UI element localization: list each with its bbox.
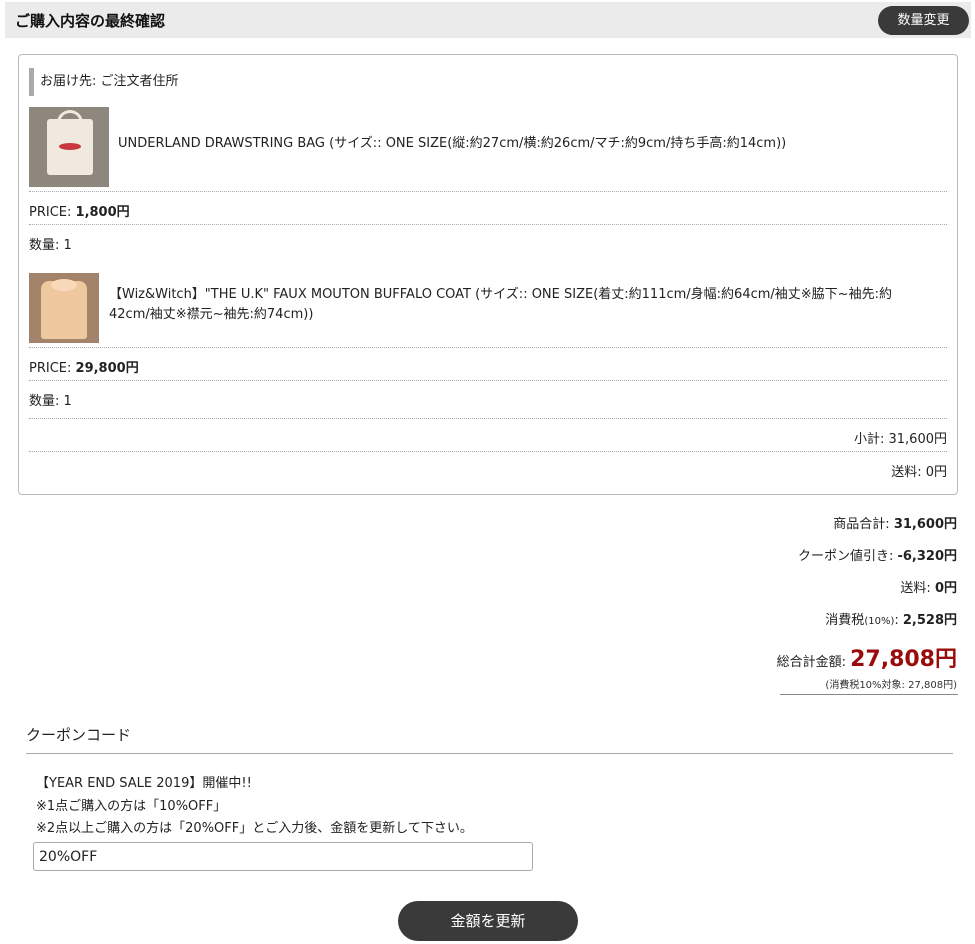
page-title: ご購入内容の最終確認 [15,12,166,30]
box-shipping-fee: 送料: 0円 [891,465,947,480]
grand-total-value: 27,808円 [850,647,957,672]
coupon-discount-label: クーポン値引き: [797,549,894,564]
item-quantity: 数量: 1 [29,390,72,409]
tax-target-note: (消費税10%対象: 27,808円) [825,680,957,691]
divider [29,224,947,225]
item-name: UNDERLAND DRAWSTRING BAG (サイズ:: ONE SIZE… [118,136,787,151]
item-quantity: 数量: 1 [29,234,72,253]
price-value: 1,800円 [75,205,130,220]
coupon-code-input[interactable] [33,842,533,871]
divider [29,347,947,348]
coat-photo [29,273,99,343]
divider [26,753,953,754]
divider [780,694,958,695]
item-price: PRICE: 1,800円 [29,201,130,220]
divider [29,380,947,381]
shipping-destination: お届け先: ご注文者住所 [29,68,179,96]
order-items-box: お届け先: ご注文者住所 UNDERLAND DRAWSTRING BAG (サ… [18,54,958,495]
price-value: 29,800円 [75,361,139,376]
item-price: PRICE: 29,800円 [29,357,139,376]
coupon-info-line: ※2点以上ご購入の方は「20%OFF」とご入力後、金額を更新して下さい。 [36,821,473,836]
quantity-value: 1 [63,238,72,253]
shipping-fee-value: 0円 [934,581,957,596]
divider [29,191,947,192]
page-header: ご購入内容の最終確認 数量変更 [5,2,971,38]
divider [29,451,947,452]
consumption-tax: 消費税(10%): 2,528円 [825,609,957,628]
quantity-label: 数量: [29,394,60,409]
grand-total-label: 総合計金額: [776,655,846,670]
coupon-section-title: クーポンコード [26,726,132,744]
tax-rate: (10%) [864,616,895,627]
coupon-info-line: ※1点ご購入の方は「10%OFF」 [36,799,227,814]
coupon-discount-value: -6,320円 [897,549,957,564]
change-quantity-button[interactable]: 数量変更 [878,6,969,35]
shipping-fee: 送料: 0円 [900,577,957,596]
goods-total-label: 商品合計: [833,517,890,532]
grand-total: 総合計金額: 27,808円 [777,641,957,673]
coupon-info-line: 【YEAR END SALE 2019】開催中!! [36,776,252,791]
quantity-label: 数量: [29,238,60,253]
goods-total-value: 31,600円 [893,517,957,532]
shipping-fee-label: 送料: [900,581,931,596]
tax-colon: : [894,613,899,628]
tote-bag-photo [29,107,109,187]
coupon-discount: クーポン値引き: -6,320円 [798,545,957,564]
update-amount-button[interactable]: 金額を更新 [398,901,578,941]
divider [29,418,947,419]
subtotal: 小計: 31,600円 [854,432,947,447]
price-label: PRICE: [29,205,72,220]
tax-label: 消費税 [825,613,865,628]
goods-total: 商品合計: 31,600円 [833,513,957,532]
quantity-value: 1 [63,394,72,409]
price-label: PRICE: [29,361,72,376]
tax-value: 2,528円 [902,613,957,628]
item-name: 【Wiz&Witch】"THE U.K" FAUX MOUTON BUFFALO… [109,287,892,322]
